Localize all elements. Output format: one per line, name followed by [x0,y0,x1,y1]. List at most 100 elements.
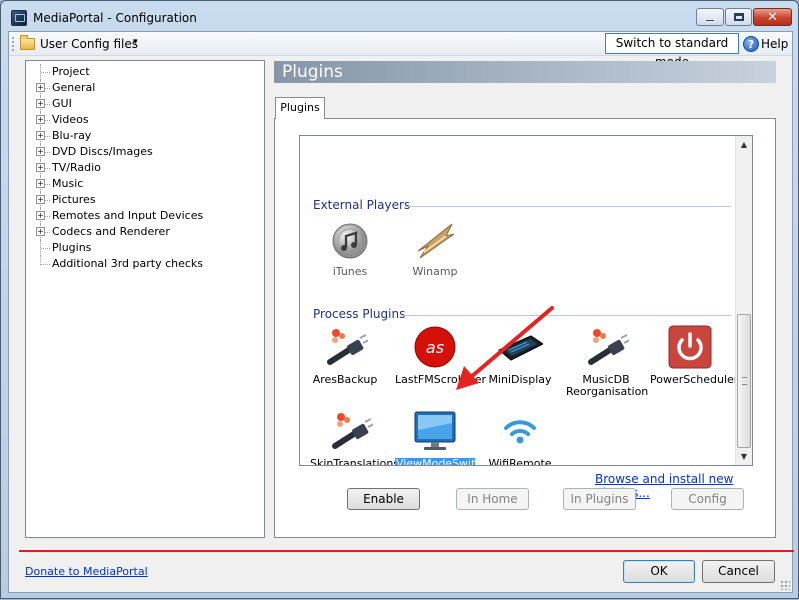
tree-item-tv-radio[interactable]: + TV/Radio [26,160,264,176]
plugin-label: MiniDisplay [488,373,552,386]
expand-plus-icon[interactable]: + [36,147,45,156]
tree-item-label: Pictures [52,193,96,206]
plugin-label: PowerScheduler [650,373,739,386]
main-window: MediaPortal - Configuration ✕ User Confi… [0,0,799,599]
window-title: MediaPortal - Configuration [33,11,197,25]
tree-item-music[interactable]: + Music [26,176,264,192]
scroll-thumb[interactable] [737,314,751,448]
plugin-label: SkinTranslations [310,457,400,466]
group-header-external-players: External Players [313,198,411,212]
expand-plus-icon[interactable]: + [36,195,45,204]
expand-plus-icon[interactable]: + [36,227,45,236]
tree-item-additional-3rd-party-checks[interactable]: Additional 3rd party checks [26,256,264,272]
settings-tree[interactable]: Project + General + GUI + Videos + Blu-ray + DVD D… [25,60,265,538]
tree-item-label: TV/Radio [52,161,101,174]
plugin-lastfmscrobbler[interactable]: as LastFMScrobbler [395,324,486,386]
mediaportal-app-icon [11,10,27,26]
scroll-up-arrow-icon[interactable]: ▲ [736,136,752,153]
tree-item-remotes-and-input-devices[interactable]: + Remotes and Input Devices [26,208,264,224]
svg-text:as: as [426,338,444,357]
lastfm-icon: as [412,324,458,370]
tree-item-label: DVD Discs/Images [52,145,153,158]
itunes-icon [327,216,373,262]
plugin-label: MusicDB Reorganisation [566,373,649,398]
plugin-minidisplay[interactable]: MiniDisplay [480,324,560,386]
plugin-musicdb-reorganisation[interactable]: MusicDB Reorganisation [566,324,649,398]
plug-icon [322,324,370,370]
tree-item-label: Music [52,177,84,190]
tree-item-plugins[interactable]: Plugins [26,240,264,256]
monitor-icon [412,408,458,454]
wifi-icon [497,408,543,454]
group-divider [402,315,731,316]
donate-link[interactable]: Donate to MediaPortal [25,565,148,578]
tab-plugins[interactable]: Plugins [275,97,325,119]
plugin-wifiremote[interactable]: WifiRemote [480,408,560,466]
tree-connector [41,264,50,265]
plugin-aresbackup[interactable]: AresBackup [305,324,385,386]
expand-plus-icon[interactable]: + [36,179,45,188]
winamp-icon [412,216,458,262]
tree-item-gui[interactable]: + GUI [26,96,264,112]
plug-icon [583,324,631,370]
client-area: User Config files ▾ Switch to standard m… [8,31,794,593]
maximize-icon [733,13,744,21]
help-icon[interactable]: ? [743,36,759,52]
toolbar-grip[interactable] [12,37,15,51]
ok-button[interactable]: OK [623,560,695,583]
minimize-button[interactable] [696,8,724,26]
tree-item-pictures[interactable]: + Pictures [26,192,264,208]
chevron-down-icon[interactable]: ▾ [133,37,138,47]
tree-connector [41,72,50,73]
maximize-button[interactable] [725,8,752,26]
footer-separator [19,550,794,552]
tree-item-label: Additional 3rd party checks [52,257,204,270]
cancel-button[interactable]: Cancel [702,560,775,583]
close-icon: ✕ [767,9,778,25]
in-plugins-button[interactable]: In Plugins [563,488,636,510]
tree-item-codecs-and-renderer[interactable]: + Codecs and Renderer [26,224,264,240]
config-button[interactable]: Config [671,488,744,510]
plugin-label: AresBackup [312,373,378,386]
plug-icon [327,408,375,454]
scroll-down-arrow-icon[interactable]: ▼ [736,448,752,465]
plugin-viewmodeswitcher[interactable]: ViewModeSwitcher [395,408,500,465]
tree-item-label: Plugins [52,241,92,254]
resize-grip-icon[interactable] [780,580,790,590]
plugin-itunes[interactable]: iTunes [310,216,390,278]
user-config-files-menu[interactable]: User Config files [38,36,140,52]
expand-plus-icon[interactable]: + [36,83,45,92]
title-bar[interactable]: MediaPortal - Configuration ✕ [1,1,798,31]
plugin-winamp[interactable]: Winamp [395,216,475,278]
close-button[interactable]: ✕ [753,8,792,26]
plugin-label: iTunes [332,265,368,278]
plugin-label: WifiRemote [488,457,552,466]
in-home-button[interactable]: In Home [456,488,529,510]
plugin-label: ViewModeSwitcher [395,458,500,465]
expand-plus-icon[interactable]: + [36,115,45,124]
enable-button[interactable]: Enable [347,488,420,510]
group-header-process-plugins: Process Plugins [313,307,406,321]
tree-item-blu-ray[interactable]: + Blu-ray [26,128,264,144]
expand-plus-icon[interactable]: + [36,99,45,108]
group-divider [405,206,731,207]
tree-item-label: Project [52,65,90,78]
tree-item-label: Remotes and Input Devices [52,209,204,222]
expand-plus-icon[interactable]: + [36,163,45,172]
plugins-list-scrollbar[interactable]: ▲ ▼ [735,136,752,465]
plugin-skintranslations[interactable]: SkinTranslations [310,408,400,466]
plugins-list[interactable]: External Players iTunes Winamp Process P… [299,135,753,466]
tree-item-general[interactable]: + General [26,80,264,96]
expand-plus-icon[interactable]: + [36,211,45,220]
page-title: Plugins [274,61,776,83]
tree-item-dvd-discs-images[interactable]: + DVD Discs/Images [26,144,264,160]
expand-plus-icon[interactable]: + [36,131,45,140]
help-button[interactable]: Help [761,37,788,51]
plugin-powerscheduler[interactable]: PowerScheduler [650,324,739,386]
tree-connector [41,248,50,249]
tree-item-label: Videos [52,113,89,126]
tree-item-label: Codecs and Renderer [52,225,170,238]
tree-item-videos[interactable]: + Videos [26,112,264,128]
tree-item-project[interactable]: Project [26,64,264,80]
switch-to-standard-mode-button[interactable]: Switch to standard mode [605,33,739,69]
